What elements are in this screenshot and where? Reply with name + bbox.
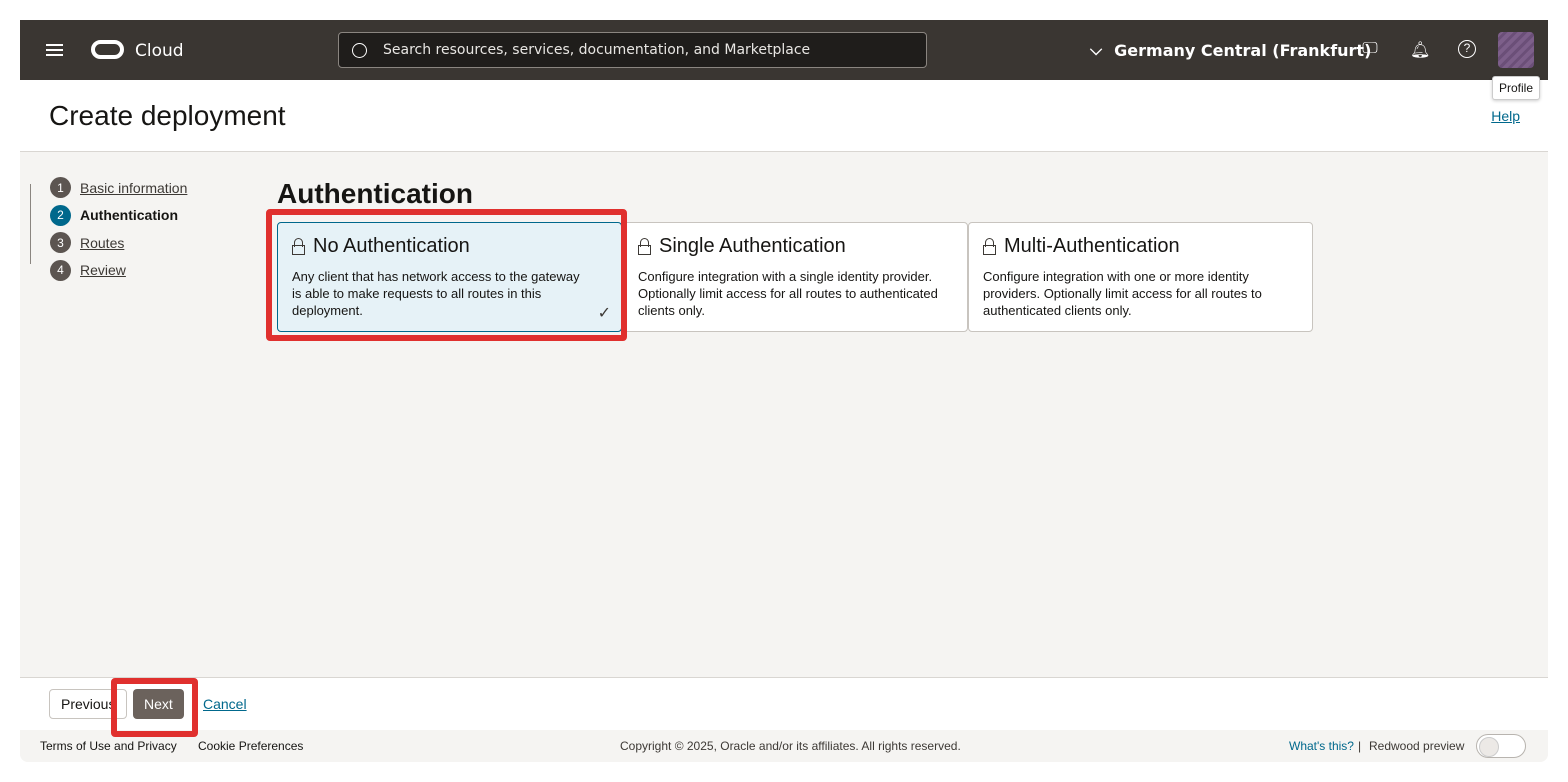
footer: Terms of Use and Privacy Cookie Preferen… [20,730,1548,762]
wizard-steps: 1 Basic information 2 Authentication 3 Rout… [50,174,187,284]
option-description: Configure integration with a single iden… [638,269,938,318]
profile-tooltip: Profile [1492,76,1541,100]
whats-this-link[interactable]: What's this? [1289,739,1354,753]
option-title: Single Authentication [659,235,846,257]
lock-icon [638,237,651,255]
region-selector[interactable]: ⌵ Germany Central (Frankfurt) [1090,40,1371,60]
search-box[interactable] [338,32,927,68]
menu-icon[interactable] [46,44,63,56]
step-number: 4 [50,259,71,281]
step-link[interactable]: Basic information [80,180,187,196]
region-label: Germany Central (Frankfurt) [1114,40,1372,60]
step-link[interactable]: Review [80,262,126,278]
highlight-box [266,209,627,341]
console-window: Cloud ⌵Germany Central (Frankfurt) 🖵 🔔︎ … [20,20,1548,762]
action-bar: Previous Next Cancel [20,677,1548,730]
search-input[interactable] [383,33,913,67]
search-icon [352,43,367,58]
option-title: Multi-Authentication [1004,235,1180,257]
notifications-bell-icon[interactable]: 🔔︎ [1410,40,1430,60]
page-header: Create deployment Help [20,80,1548,152]
page-title: Create deployment [49,100,286,131]
oracle-logo-icon[interactable] [91,40,124,59]
top-bar: Cloud ⌵Germany Central (Frankfurt) 🖵 🔔︎ … [20,20,1548,80]
cloud-shell-icon[interactable]: 🖵 [1360,40,1380,60]
step-number: 3 [50,232,71,254]
lock-icon [983,237,996,255]
copyright-text: Copyright © 2025, Oracle and/or its affi… [620,739,961,753]
step-link[interactable]: Routes [80,235,124,251]
cookie-preferences-link[interactable]: Cookie Preferences [198,739,303,753]
terms-link[interactable]: Terms of Use and Privacy [40,739,177,753]
step-routes[interactable]: 3 Routes [50,229,187,257]
step-review[interactable]: 4 Review [50,257,187,285]
option-description: Configure integration with one or more i… [983,269,1262,318]
step-authentication: 2 Authentication [50,202,187,230]
step-connector [30,184,31,264]
help-link[interactable]: Help [1491,108,1520,124]
highlight-box [111,678,198,737]
chevron-down-icon: ⌵ [1090,40,1103,59]
redwood-preview-label: Redwood preview [1369,739,1465,753]
step-basic-information[interactable]: 1 Basic information [50,174,187,202]
step-current-label: Authentication [80,207,178,224]
cancel-link[interactable]: Cancel [203,696,247,712]
profile-avatar[interactable] [1498,32,1534,68]
help-icon[interactable]: ? [1458,40,1476,58]
redwood-preview-toggle[interactable] [1476,734,1526,758]
option-multi-authentication[interactable]: Multi-Authentication Configure integrati… [968,222,1313,332]
step-number: 2 [50,204,71,226]
option-single-authentication[interactable]: Single Authentication Configure integrat… [623,222,968,332]
section-title: Authentication [277,178,473,209]
step-number: 1 [50,177,71,199]
brand-label[interactable]: Cloud [135,41,184,61]
